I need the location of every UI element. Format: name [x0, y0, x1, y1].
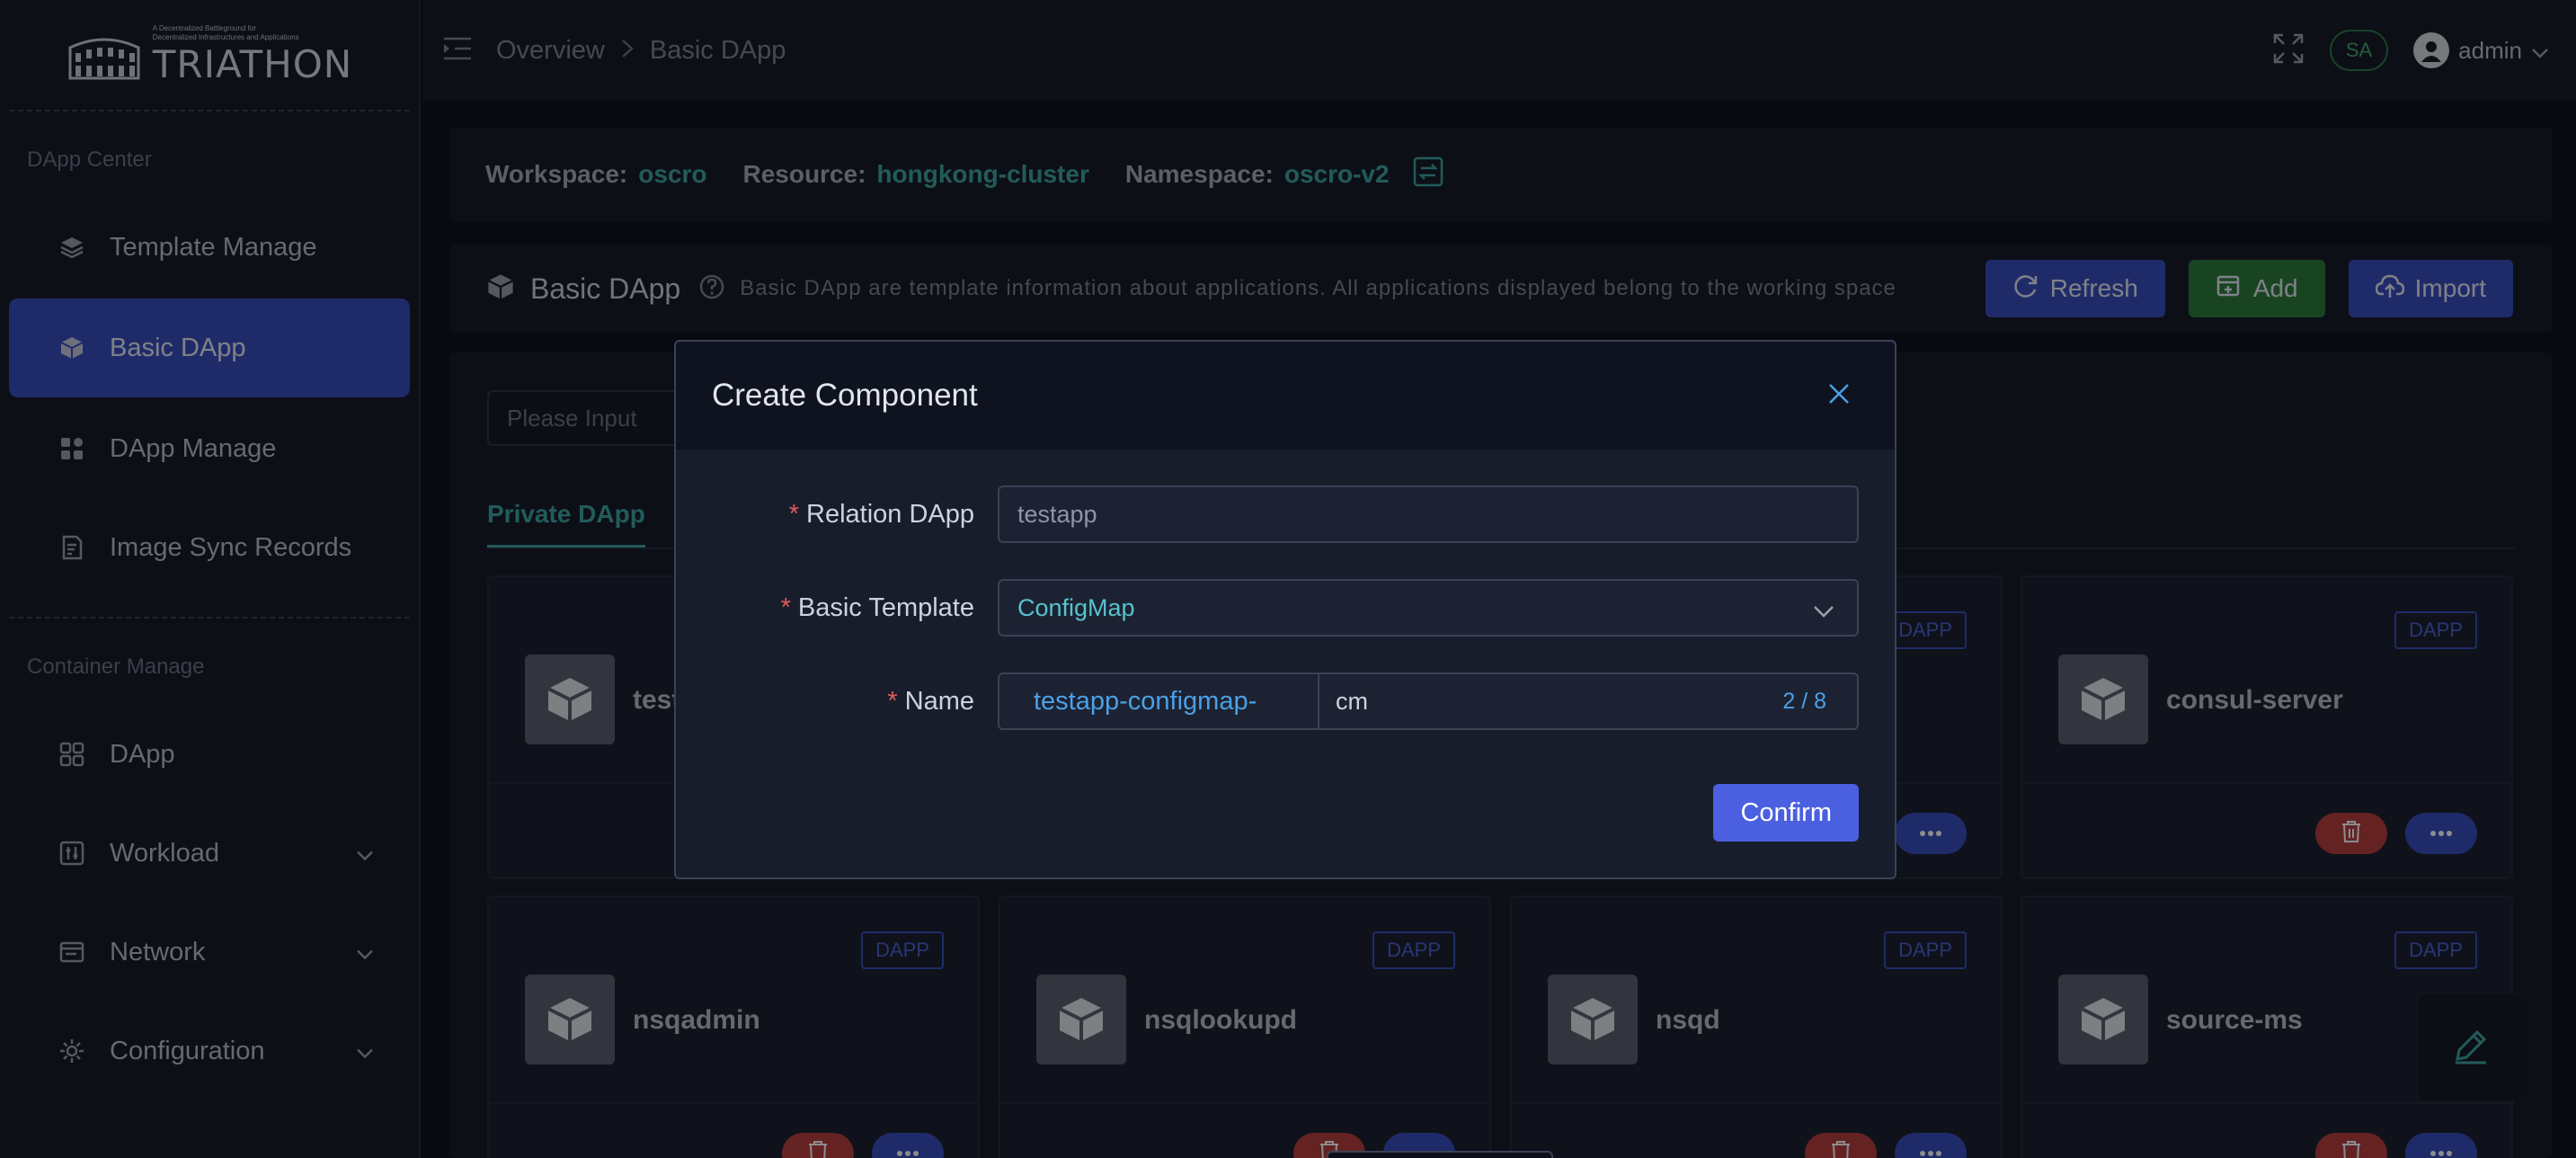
confirm-button[interactable]: Confirm — [1713, 784, 1859, 842]
name-prefix: testapp-configmap- — [999, 674, 1319, 728]
dialog-title: Create Component — [712, 378, 978, 413]
basic-template-row: * Basic Template ConfigMap — [676, 579, 1859, 637]
required-mark: * — [788, 499, 799, 529]
name-char-count: 2 / 8 — [1782, 688, 1826, 714]
name-input[interactable]: cm 2 / 8 — [1319, 674, 1857, 728]
basic-template-select[interactable]: ConfigMap — [998, 579, 1859, 637]
close-icon[interactable] — [1826, 381, 1855, 410]
required-mark: * — [887, 686, 898, 716]
name-row: * Name testapp-configmap- cm 2 / 8 — [676, 673, 1859, 730]
required-mark: * — [780, 592, 791, 622]
create-component-dialog: Create Component * Relation DApp testapp … — [674, 340, 1896, 879]
relation-dapp-field[interactable]: testapp — [998, 485, 1859, 543]
tooltip — [1327, 1151, 1553, 1158]
name-label: Name — [904, 686, 974, 716]
relation-dapp-label: Relation DApp — [806, 499, 974, 529]
chevron-down-icon — [1812, 597, 1835, 625]
name-value: cm — [1336, 687, 1368, 715]
basic-template-value: ConfigMap — [1017, 593, 1135, 621]
basic-template-label: Basic Template — [797, 592, 974, 622]
relation-dapp-row: * Relation DApp testapp — [676, 485, 1859, 543]
